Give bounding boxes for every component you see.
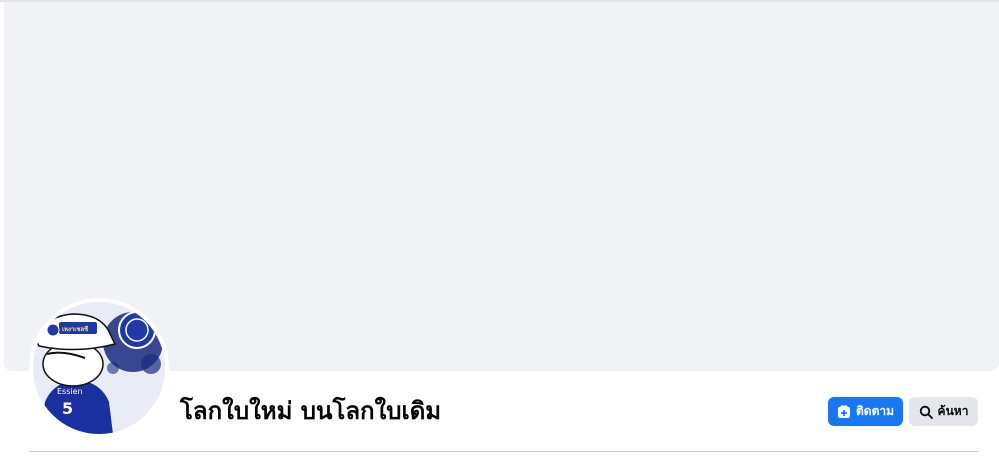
search-button-label: ค้นหา xyxy=(937,404,969,418)
jersey-name: Essien xyxy=(57,387,83,396)
profile-picture-illustration: Essien 5 เหงาเชลซี xyxy=(33,302,165,434)
follow-button[interactable]: ติดตาม xyxy=(828,397,903,426)
profile-picture[interactable]: Essien 5 เหงาเชลซี xyxy=(33,302,165,434)
jersey-number: 5 xyxy=(62,399,73,418)
follow-button-label: ติดตาม xyxy=(855,404,895,418)
cap-text: เหงาเชลซี xyxy=(62,325,88,333)
page-title: โลกใบใหม่ บนโลกใบเดิม xyxy=(180,397,442,425)
cover-photo[interactable] xyxy=(4,2,999,371)
search-button[interactable]: ค้นหา xyxy=(909,397,978,426)
header-divider xyxy=(29,451,978,452)
search-icon xyxy=(919,405,933,419)
page-header: Essien 5 เหงาเชลซี โลกใบใหม่ บนโลกใบเดิม… xyxy=(0,0,999,459)
follow-plus-icon xyxy=(837,405,850,418)
